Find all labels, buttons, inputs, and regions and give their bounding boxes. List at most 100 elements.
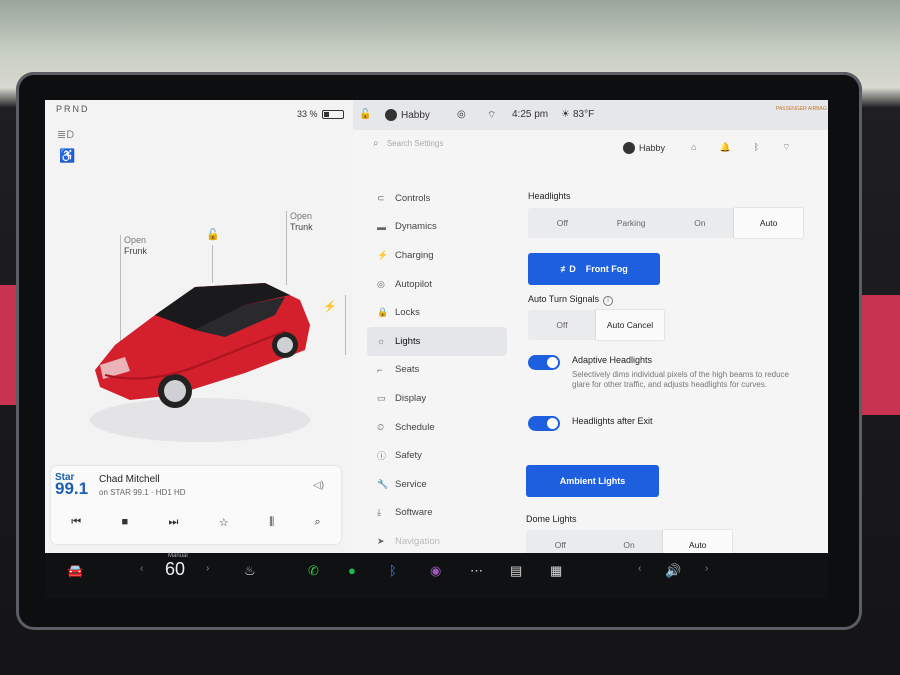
notes-icon[interactable]: ▤ xyxy=(510,563,522,579)
sun-icon: ☼ xyxy=(377,336,386,347)
nav-item-seats[interactable]: ⌐ Seats xyxy=(367,356,507,385)
nav-item-autopilot[interactable]: ◎ Autopilot xyxy=(367,270,507,299)
headlights-option[interactable]: Auto xyxy=(734,208,803,238)
profile-button[interactable]: Habby xyxy=(385,109,430,121)
calendar-icon[interactable]: ▦ xyxy=(550,563,562,579)
previous-icon[interactable]: ⏮ xyxy=(71,516,81,529)
seat-icon: ⌐ xyxy=(377,364,383,375)
headlights-selector[interactable]: Off Parking On Auto xyxy=(528,208,803,238)
station-logo: Star 99.1 xyxy=(55,472,89,504)
headlights-option[interactable]: Parking xyxy=(597,208,666,238)
info-icon[interactable]: i xyxy=(603,296,614,306)
lock-icon: 🔒 xyxy=(377,307,389,318)
search-icon[interactable]: ⌕ xyxy=(315,516,321,529)
bell-icon[interactable]: 🔔 xyxy=(719,142,730,153)
nav-item-schedule[interactable]: ⏲ Schedule xyxy=(367,413,507,442)
adaptive-headlights-toggle[interactable] xyxy=(528,355,560,370)
search-input[interactable]: Search Settings xyxy=(387,139,443,148)
chevron-right-icon[interactable]: › xyxy=(206,563,209,574)
frunk-open: Open xyxy=(124,235,147,245)
airbag-indicator: PASSENGER AIRBAG xyxy=(776,106,827,112)
settings-search[interactable]: ⌕ Search Settings xyxy=(373,138,443,149)
steering-icon: ◎ xyxy=(377,278,385,289)
nav-item-controls[interactable]: ⊂ Controls xyxy=(367,184,507,213)
front-fog-button[interactable]: ≢D Front Fog xyxy=(528,253,660,285)
settings-top-icons: ⌂ 🔔 ᛒ ⌔ xyxy=(691,142,791,153)
clock-icon: ⏲ xyxy=(377,421,385,432)
avatar xyxy=(623,142,635,154)
nav-item-label: Software xyxy=(395,507,433,519)
equalizer-icon[interactable]: ⫼ xyxy=(269,516,274,529)
settings-panel: 🔓 Habby ◎ ⌔ 4:25 pm ☀ 83°F PASSENGER AIR… xyxy=(353,100,828,553)
camera-icon[interactable]: ◉ xyxy=(430,563,441,579)
battery-status: 33 % xyxy=(297,109,344,119)
download-icon: ⤓ xyxy=(377,507,381,518)
settings-user[interactable]: Habby xyxy=(623,142,665,154)
seat-heater-icon[interactable]: ♨ xyxy=(244,563,256,579)
nav-item-navigation[interactable]: ➤ Navigation xyxy=(367,527,507,553)
frunk-name: Frunk xyxy=(124,246,148,256)
volume-up-chevron-icon[interactable]: › xyxy=(705,563,708,574)
dome-lights-title: Dome Lights xyxy=(526,514,577,524)
dome-option[interactable]: Auto xyxy=(663,530,733,553)
nav-item-display[interactable]: ▭ Display xyxy=(367,384,507,413)
spotify-icon[interactable]: ● xyxy=(348,563,356,578)
home-icon[interactable]: ⌂ xyxy=(691,142,696,153)
toggle-icon: ⊂ xyxy=(377,192,385,203)
nav-item-label: Locks xyxy=(395,307,420,319)
temperature: 83°F xyxy=(572,109,595,120)
more-apps-icon[interactable]: ⋯ xyxy=(470,563,483,579)
bluetooth-icon[interactable]: ᛒ xyxy=(754,142,759,153)
phone-icon[interactable]: ✆ xyxy=(308,563,319,579)
weather: ☀ 83°F xyxy=(561,109,594,120)
car-icon[interactable]: 🚘 xyxy=(67,563,83,579)
stop-icon[interactable]: ■ xyxy=(121,516,128,529)
nav-item-dynamics[interactable]: ▬ Dynamics xyxy=(367,213,507,242)
charge-port-line xyxy=(345,295,346,355)
headlights-option[interactable]: Off xyxy=(528,208,597,238)
front-fog-label: Front Fog xyxy=(585,264,628,274)
headlights-after-exit-toggle[interactable] xyxy=(528,416,560,431)
nav-item-label: Service xyxy=(395,478,427,490)
auto-turn-signals-selector[interactable]: Off Auto Cancel xyxy=(528,310,664,340)
sentry-icon[interactable]: ◎ xyxy=(457,109,466,120)
nav-item-service[interactable]: 🔧 Service xyxy=(367,470,507,499)
auto_turn-option[interactable]: Off xyxy=(528,310,596,340)
trunk-label[interactable]: Open Trunk xyxy=(290,211,313,233)
taskbar: 🚘 ‹ Manual 60 › ♨ ✆ ● ᛒ ◉ ⋯ ▤ ▦ ‹ 🔊 › xyxy=(45,553,828,598)
frunk-label[interactable]: Open Frunk xyxy=(124,235,147,257)
bluetooth-icon[interactable]: ᛒ xyxy=(389,563,397,578)
charge-port-icon[interactable]: ⚡ xyxy=(323,300,337,313)
sun-icon: ☀ xyxy=(561,109,570,120)
nav-item-locks[interactable]: 🔒 Locks xyxy=(367,298,507,327)
profile-name: Habby xyxy=(401,109,430,121)
dome-option[interactable]: Off xyxy=(526,530,595,553)
nav-item-software[interactable]: ⤓ Software xyxy=(367,499,507,528)
dome-lights-selector[interactable]: Off On Auto xyxy=(526,530,733,553)
nav-item-charging[interactable]: ⚡ Charging xyxy=(367,241,507,270)
speed-readout: 60 xyxy=(165,559,186,579)
volume-icon[interactable]: 🔊 xyxy=(665,563,681,579)
wrench-icon: 🔧 xyxy=(377,478,389,489)
lock-status-icon[interactable]: 🔓 xyxy=(359,109,371,120)
headlights-option[interactable]: On xyxy=(666,208,735,238)
media-player[interactable]: Star 99.1 Chad Mitchell on STAR 99.1 · H… xyxy=(51,466,341,544)
ambient-lights-button[interactable]: Ambient Lights xyxy=(526,465,659,497)
media-controls: ⏮ ■ ⏭ ☆ ⫼ ⌕ xyxy=(51,516,341,529)
volume-down-chevron-icon[interactable]: ‹ xyxy=(638,563,641,574)
nav-item-label: Navigation xyxy=(395,535,440,547)
chevron-left-icon[interactable]: ‹ xyxy=(140,563,143,574)
unlock-icon[interactable]: 🔓 xyxy=(206,228,220,241)
adaptive-headlights-desc: Selectively dims individual pixels of th… xyxy=(572,370,790,389)
nav-item-safety[interactable]: ⓘ Safety xyxy=(367,441,507,470)
dome-option[interactable]: On xyxy=(595,530,664,553)
nav-item-lights[interactable]: ☼ Lights xyxy=(367,326,507,356)
wifi-icon[interactable]: ⌔ xyxy=(782,142,790,153)
battery-fill xyxy=(323,111,330,117)
next-icon[interactable]: ⏭ xyxy=(169,516,179,529)
clock: 4:25 pm xyxy=(512,109,549,120)
favorite-star-icon[interactable]: ☆ xyxy=(219,516,229,529)
audio-output-icon[interactable]: ◁) xyxy=(313,480,324,491)
auto_turn-option[interactable]: Auto Cancel xyxy=(596,310,664,340)
car-icon: ▬ xyxy=(377,221,386,232)
